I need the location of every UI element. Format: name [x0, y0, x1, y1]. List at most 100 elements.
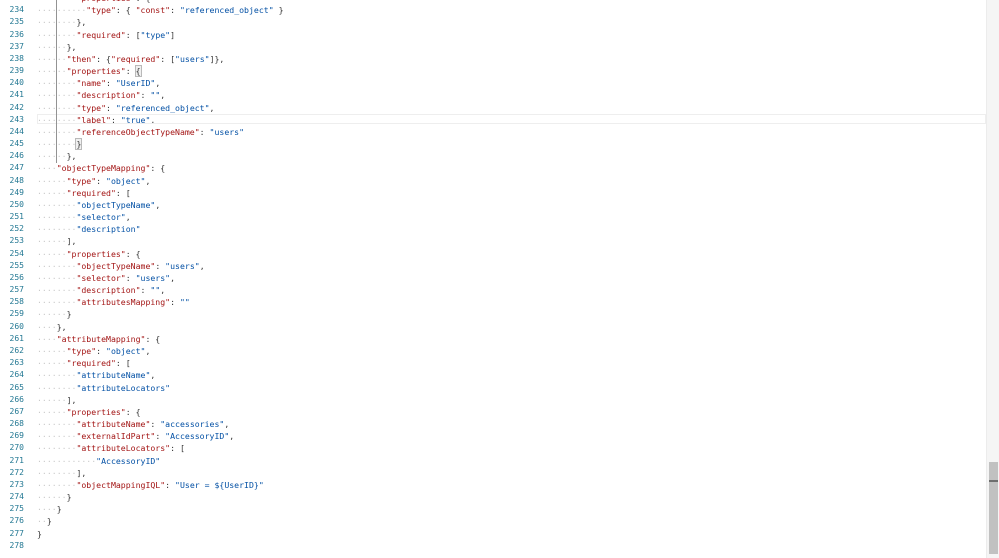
line-code: ········"selector",: [37, 211, 131, 223]
code-token: ,: [199, 260, 205, 271]
code-line[interactable]: 240········"name": "UserID",: [0, 77, 986, 89]
code-token: }: [273, 5, 284, 16]
code-line[interactable]: 247 ····"objectTypeMapping": {: [0, 162, 986, 174]
code-token: "object": [106, 345, 146, 356]
code-line[interactable]: 243 ········"label": "true",: [0, 113, 986, 126]
code-token: "attributesMapping": [76, 297, 171, 308]
indent-whitespace: ········: [37, 479, 77, 490]
code-token: ,: [155, 78, 161, 89]
code-token: "UserID": [115, 78, 156, 89]
code-line[interactable]: 241········"description": "",: [0, 89, 986, 101]
indent-whitespace: ········: [37, 467, 77, 478]
code-line[interactable]: 272 ········],: [0, 467, 986, 479]
line-code: ······}: [37, 491, 72, 503]
code-line[interactable]: 257 ········"description": "",: [0, 284, 986, 296]
line-number: 244: [9, 126, 24, 136]
code-line[interactable]: 275 ····}: [0, 503, 986, 515]
code-line[interactable]: 236 ········"required": ["type"]: [0, 29, 986, 41]
indent-whitespace: ········: [37, 431, 77, 442]
indent-whitespace: ········: [37, 285, 77, 296]
code-token: :: [140, 285, 151, 296]
code-token: : {: [145, 333, 161, 344]
code-line[interactable]: 249 ······"required": [: [0, 187, 986, 199]
code-token: : [: [170, 443, 185, 454]
code-token: :: [125, 66, 136, 77]
code-line[interactable]: 271 ············"AccessoryID": [0, 455, 986, 467]
code-line[interactable]: 261 ····"attributeMapping": {: [0, 333, 986, 345]
line-number: 247: [9, 163, 24, 173]
code-token: },: [66, 41, 77, 52]
code-token: ,: [160, 90, 166, 101]
line-number: 250: [9, 199, 24, 209]
line-code: ········"objectTypeName": "users",: [37, 260, 205, 272]
code-line[interactable]: 265 ········"attributeLocators": [0, 382, 986, 394]
line-code: ········"objectMappingIQL": "User = ${Us…: [37, 479, 264, 491]
code-line[interactable]: 273 ········"objectMappingIQL": "User = $…: [0, 479, 986, 491]
code-line[interactable]: 278: [0, 540, 986, 552]
indent-whitespace: ····: [37, 504, 57, 515]
vertical-scrollbar[interactable]: [986, 0, 999, 558]
code-lines[interactable]: 233········"properties": {234··········"…: [0, 0, 986, 552]
line-code: ····},: [37, 321, 67, 333]
code-token: "type": [76, 102, 107, 113]
code-line[interactable]: 260 ····},: [0, 321, 986, 333]
code-line[interactable]: 244 ········"referenceObjectTypeName": "u…: [0, 126, 986, 138]
code-line[interactable]: 268 ········"attributeName": "accessories…: [0, 418, 986, 430]
code-line[interactable]: 256 ········"selector": "users",: [0, 272, 986, 284]
code-line[interactable]: 246 ······},: [0, 150, 986, 162]
code-line[interactable]: 263 ······"required": [: [0, 357, 986, 369]
code-line[interactable]: 269 ········"externalIdPart": "AccessoryI…: [0, 430, 986, 442]
line-code: ····"attributeMapping": {: [37, 333, 160, 345]
code-token: : {: [125, 248, 141, 259]
code-line[interactable]: 250 ········"objectTypeName",: [0, 199, 986, 211]
line-code: ········},: [37, 16, 86, 28]
code-line[interactable]: 264 ········"attributeName",: [0, 369, 986, 381]
indent-whitespace: ········: [37, 272, 77, 283]
line-number: 245: [9, 139, 24, 149]
code-token: "name": [76, 78, 107, 89]
indent-whitespace: ····: [37, 321, 57, 332]
line-number: 258: [9, 297, 24, 307]
code-token: "properties": [66, 66, 126, 77]
code-line[interactable]: 253 ······],: [0, 235, 986, 247]
code-line[interactable]: 235 ········},: [0, 16, 986, 28]
code-token: "users": [209, 126, 245, 137]
code-line[interactable]: 242 ········"type": "referenced_object",: [0, 102, 986, 114]
code-line[interactable]: 234 ··········"type": { "const": "referen…: [0, 4, 986, 16]
code-token: "type": [66, 175, 97, 186]
code-line[interactable]: 254 ······"properties": {: [0, 248, 986, 260]
code-line[interactable]: 276 ··}: [0, 515, 986, 527]
code-line[interactable]: 239 ······"properties": {: [0, 65, 986, 78]
code-token: "const": [135, 5, 171, 16]
indent-whitespace: ······: [37, 248, 67, 259]
code-line[interactable]: 258 ········"attributesMapping": "": [0, 296, 986, 308]
code-line[interactable]: 255 ········"objectTypeName": "users",: [0, 260, 986, 272]
code-line[interactable]: 248 ······"type": "object",: [0, 175, 986, 187]
code-line[interactable]: 245 ········}: [0, 138, 986, 151]
code-line[interactable]: 266 ······],: [0, 394, 986, 406]
indent-whitespace: ········: [37, 419, 77, 430]
code-line[interactable]: 262 ······"type": "object",: [0, 345, 986, 357]
code-token: "description": [76, 90, 141, 101]
line-code: ············"AccessoryID": [37, 455, 160, 467]
indent-whitespace: ········: [37, 382, 77, 393]
code-line[interactable]: 252 ········"description": [0, 223, 986, 235]
line-number: 239: [9, 66, 24, 76]
line-code: ······],: [37, 394, 76, 406]
code-line[interactable]: 274 ······}: [0, 491, 986, 503]
line-code: ········"selector": "users",: [37, 272, 175, 284]
code-token: : [: [115, 187, 131, 198]
code-line[interactable]: 238 ······"then": {"required": ["users"]}…: [0, 53, 986, 65]
scrollbar-thumb[interactable]: [989, 462, 998, 554]
code-line[interactable]: 270 ········"attributeLocators": [: [0, 442, 986, 454]
code-token: ],: [66, 236, 77, 247]
code-line[interactable]: 237 ······},: [0, 41, 986, 53]
code-line[interactable]: 251 ········"selector",: [0, 211, 986, 223]
indent-whitespace: ········: [37, 224, 77, 235]
code-line[interactable]: 277}: [0, 528, 986, 540]
code-line[interactable]: 259 ······}: [0, 308, 986, 320]
code-line[interactable]: 267 ······"properties": {: [0, 406, 986, 418]
line-number: 257: [9, 285, 24, 295]
indent-whitespace: ······: [37, 53, 67, 64]
code-editor[interactable]: 233········"properties": {234··········"…: [0, 0, 986, 558]
